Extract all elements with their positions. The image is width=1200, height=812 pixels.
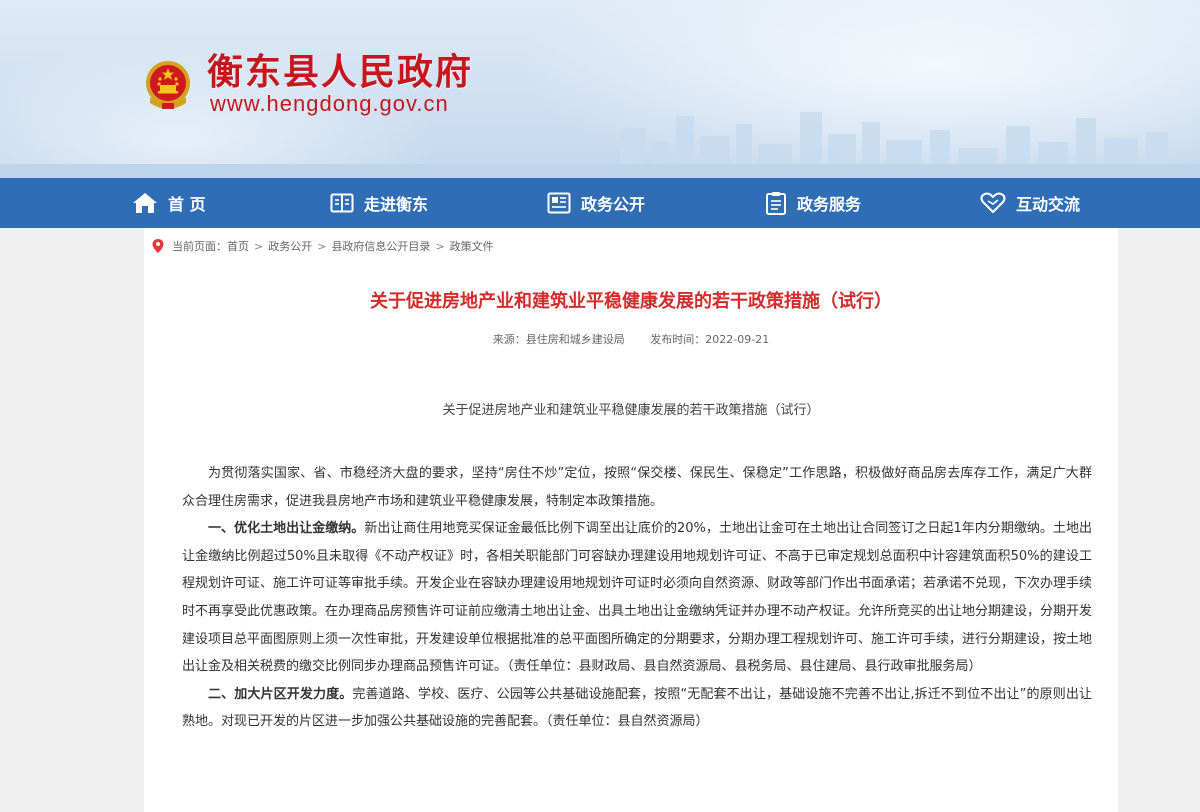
nav-item-label: 政务公开 <box>581 195 646 214</box>
nav-item-home[interactable]: 首 页 <box>132 178 206 228</box>
breadcrumb-lead: 当前页面： <box>172 240 227 253</box>
article-publish-time: 发布时间：2022-09-21 <box>650 333 770 346</box>
site-title: 衡东县人民政府 <box>207 51 474 93</box>
section-heading: 二、加大片区开发力度。 <box>208 686 353 702</box>
breadcrumb-separator: > <box>254 239 264 253</box>
location-pin-icon <box>152 239 164 253</box>
breadcrumb-separator: > <box>435 239 445 253</box>
document-subtitle: 关于促进房地产业和建筑业平稳健康发展的若干政策措施（试行） <box>442 403 820 418</box>
article-source: 来源：县住房和城乡建设局 <box>492 333 625 346</box>
section-text: 新出让商住用地竞买保证金最低比例下调至出让底价的20%，土地出让金可在土地出让合… <box>182 521 1093 675</box>
site-url[interactable]: www.hengdong.gov.cn <box>210 91 449 117</box>
nav-item-gov-services[interactable]: 政务服务 <box>765 178 861 228</box>
breadcrumb-item-catalog[interactable]: 县政府信息公开目录 <box>331 238 430 254</box>
section-paragraph: 一、优化土地出让金缴纳。新出让商住用地竞买保证金最低比例下调至出让底价的20%，… <box>182 515 1092 681</box>
main-nav: 首 页 走进衡东 政务公开 政务服务 互动交流 <box>0 178 1200 228</box>
header-banner: 衡东县人民政府 www.hengdong.gov.cn <box>0 0 1200 178</box>
breadcrumb-item-gov-affairs[interactable]: 政务公开 <box>268 238 312 254</box>
breadcrumb: 当前页面： 首页 > 政务公开 > 县政府信息公开目录 > 政策文件 <box>152 236 494 256</box>
section-heading: 一、优化土地出让金缴纳。 <box>208 521 365 537</box>
home-icon <box>133 193 157 213</box>
intro-paragraph: 为贯彻落实国家、省、市稳经济大盘的要求，坚持“房住不炒”定位，按照“保交楼、保民… <box>182 466 1092 509</box>
nav-item-gov-affairs[interactable]: 政务公开 <box>547 178 645 228</box>
breadcrumb-item-policy-docs[interactable]: 政策文件 <box>450 238 494 254</box>
nav-item-label: 互动交流 <box>1016 195 1081 214</box>
article-body: 为贯彻落实国家、省、市稳经济大盘的要求，坚持“房住不炒”定位，按照“保交楼、保民… <box>182 460 1092 736</box>
nav-item-label: 政务服务 <box>797 195 862 214</box>
book-icon <box>330 193 354 213</box>
nav-item-label: 走进衡东 <box>364 195 429 214</box>
clipboard-icon <box>766 192 786 215</box>
nav-item-label: 首 页 <box>168 195 206 214</box>
nav-item-about[interactable]: 走进衡东 <box>330 178 428 228</box>
breadcrumb-separator: > <box>317 239 327 253</box>
breadcrumb-item-home[interactable]: 首页 <box>227 238 249 254</box>
article-panel: 当前页面： 首页 > 政务公开 > 县政府信息公开目录 > 政策文件 关于促进房… <box>144 228 1118 812</box>
national-emblem-icon <box>140 57 196 113</box>
article-meta: 来源：县住房和城乡建设局 发布时间：2022-09-21 <box>144 332 1118 348</box>
newspaper-icon <box>547 192 571 214</box>
city-skyline-graphic <box>0 112 1200 178</box>
article-title: 关于促进房地产业和建筑业平稳健康发展的若干政策措施（试行） <box>370 291 892 312</box>
nav-item-interaction[interactable]: 互动交流 <box>980 178 1080 228</box>
heart-icon <box>980 192 1006 213</box>
section-paragraph: 二、加大片区开发力度。完善道路、学校、医疗、公园等公共基础设施配套，按照“无配套… <box>182 681 1092 736</box>
